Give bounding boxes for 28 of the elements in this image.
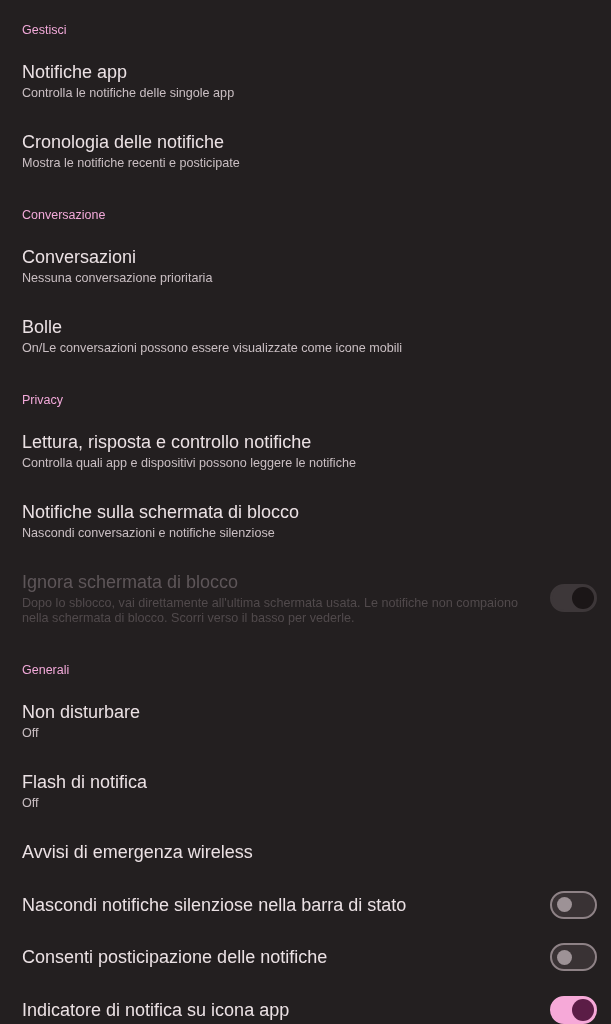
section-header: Privacy [22,392,63,408]
setting-summary: Off [22,726,39,741]
setting-summary: Off [22,796,39,811]
setting-summary: Nessuna conversazione prioritaria [22,271,213,286]
toggle-switch[interactable] [550,995,597,1024]
section-header: Gestisci [22,22,67,38]
setting-title: Ignora schermata di blocco [22,571,239,594]
toggle-switch[interactable] [550,890,597,919]
section-header: Conversazione [22,207,106,223]
setting-title[interactable]: Notifiche app [22,60,128,84]
setting-summary: Controlla quali app e dispositivi possono leggere le notifiche [22,456,356,471]
setting-title[interactable]: Consenti posticipazione delle notifiche [22,945,328,969]
setting-title[interactable]: Conversazioni [22,245,137,269]
setting-summary: On/Le conversazioni possono essere visualizzate come icone mobili [22,341,403,356]
setting-title[interactable]: Nascondi notifiche silenziose nella barra di stato [22,892,407,917]
toggle-switch[interactable] [550,943,597,971]
setting-title[interactable]: Lettura, risposta e controllo notifiche [22,430,312,454]
setting-summary: Controlla le notifiche delle singole app [22,86,235,101]
setting-title[interactable]: Flash di notifica [22,770,148,794]
setting-title[interactable]: Non disturbare [22,700,141,724]
setting-title[interactable]: Indicatore di notifica su icona app [22,997,290,1022]
setting-title[interactable]: Avvisi di emergenza wireless [22,840,253,864]
setting-title[interactable]: Cronologia delle notifiche [22,130,225,154]
setting-title[interactable]: Bolle [22,315,63,339]
setting-summary: Mostra le notifiche recenti e posticipate [22,156,240,171]
section-header: Generali [22,662,70,678]
setting-summary: Nascondi conversazioni e notifiche silenziose [22,526,275,541]
setting-title[interactable]: Notifiche sulla schermata di blocco [22,500,300,524]
